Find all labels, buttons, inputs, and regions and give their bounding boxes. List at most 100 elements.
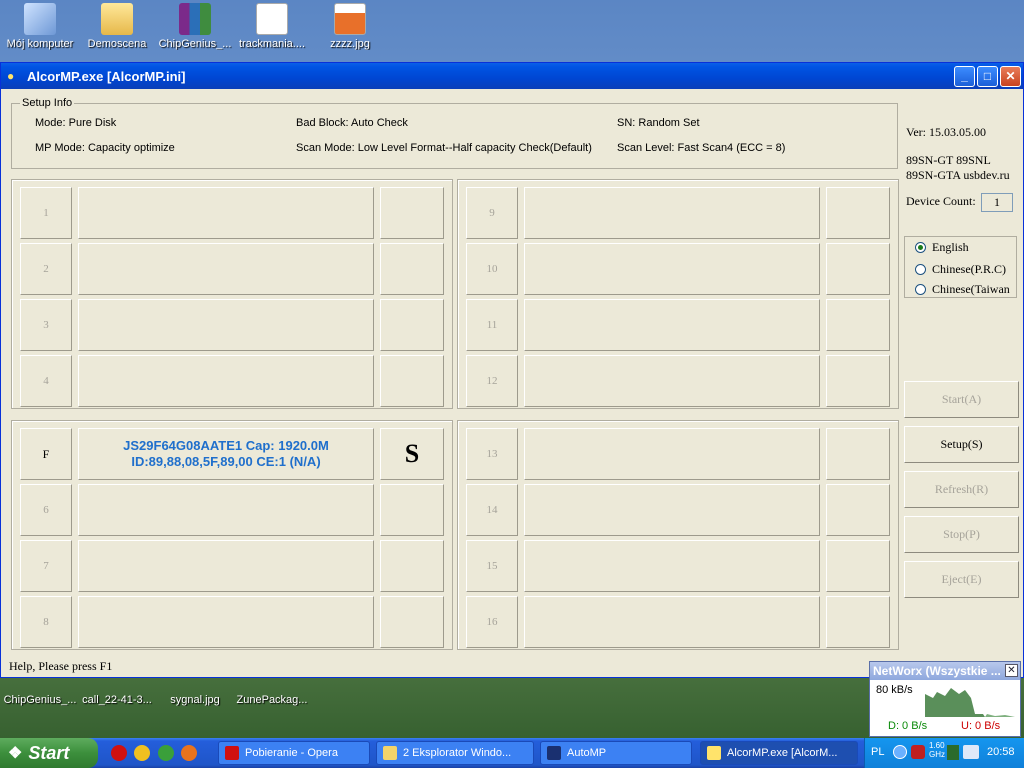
slot-info <box>78 187 374 239</box>
task-opera[interactable]: Pobieranie - Opera <box>218 741 370 765</box>
slot-info <box>78 243 374 295</box>
desktop-icon-chipgenius[interactable]: ChipGenius_... <box>155 3 235 50</box>
networx-close-icon[interactable]: ✕ <box>1005 664 1018 677</box>
slot-number[interactable]: 16 <box>466 596 518 648</box>
version-text: Ver: 15.03.05.00 <box>906 125 986 139</box>
slot-number[interactable]: 8 <box>20 596 72 648</box>
slot-row: 4 <box>20 355 450 407</box>
clock: 20:58 <box>987 746 1015 758</box>
desktop-icon-zunepackage[interactable]: ZunePackag... <box>232 694 312 706</box>
desktop-icon-trackmania[interactable]: trackmania.... <box>232 3 312 50</box>
slot-row: 9 <box>466 187 896 239</box>
networx-title: NetWorx (Wszystkie ... <box>870 662 1020 680</box>
maximize-button[interactable]: □ <box>977 66 998 87</box>
slot-number[interactable]: 1 <box>20 187 72 239</box>
setup-button[interactable]: Setup(S) <box>904 426 1019 463</box>
slot-info <box>524 299 820 351</box>
task-label: AlcorMP.exe [AlcorM... <box>727 747 838 759</box>
task-label: Pobieranie - Opera <box>245 747 338 759</box>
desktop-icon-zzzz[interactable]: zzzz.jpg <box>310 3 390 50</box>
slot-number[interactable]: 14 <box>466 484 518 536</box>
slot-info <box>524 596 820 648</box>
slot-row: 10 <box>466 243 896 295</box>
desktop-icon-my-computer[interactable]: Mój komputer <box>0 3 80 50</box>
stop-button[interactable]: Stop(P) <box>904 516 1019 553</box>
language-label: Chinese(Taiwan <box>932 282 1010 296</box>
scan-mode-text: Scan Mode: Low Level Format--Half capaci… <box>296 142 592 154</box>
task-label: AutoMP <box>567 747 607 759</box>
slot-number[interactable]: 2 <box>20 243 72 295</box>
folder-task-icon <box>383 746 397 760</box>
chrome-icon[interactable] <box>158 745 174 761</box>
eject-button[interactable]: Eject(E) <box>904 561 1019 598</box>
slot-row: 7 <box>20 540 450 592</box>
system-tray: PL 1.60 GHz 20:58 <box>864 738 1024 768</box>
slot-number[interactable]: 4 <box>20 355 72 407</box>
task-alcormp[interactable]: AlcorMP.exe [AlcorM... <box>700 741 858 765</box>
bad-block-text: Bad Block: Auto Check <box>296 117 408 129</box>
slot-info <box>524 355 820 407</box>
slot-info <box>78 596 374 648</box>
slot-number[interactable]: 3 <box>20 299 72 351</box>
slot-status <box>380 596 444 648</box>
slot-status <box>826 243 890 295</box>
cpu-speed: 1.60 GHz <box>929 741 945 759</box>
slot-info <box>78 540 374 592</box>
document-icon <box>256 3 288 35</box>
slot-number[interactable]: F <box>20 428 72 480</box>
network-icon[interactable] <box>893 745 907 759</box>
sn-text: SN: Random Set <box>617 117 700 129</box>
slot-status <box>826 355 890 407</box>
language-indicator[interactable]: PL <box>871 746 884 758</box>
language-option-english[interactable]: English <box>915 240 969 255</box>
networx-download: D: 0 B/s <box>888 720 928 732</box>
computer-icon <box>24 3 56 35</box>
slot-number[interactable]: 13 <box>466 428 518 480</box>
slot-row: 1 <box>20 187 450 239</box>
task-automp[interactable]: AutoMP <box>540 741 692 765</box>
slot-row: 2 <box>20 243 450 295</box>
slot-info-line2: ID:89,88,08,5F,89,00 CE:1 (N/A) <box>131 454 321 469</box>
slot-number[interactable]: 15 <box>466 540 518 592</box>
desktop-icon-chipgenius-2[interactable]: ChipGenius_... <box>0 694 80 706</box>
avast-icon[interactable] <box>134 745 150 761</box>
networx-upload: U: 0 B/s <box>961 720 1001 732</box>
setup-info-group: Setup Info Mode: Pure Disk MP Mode: Capa… <box>11 97 898 169</box>
slot-number[interactable]: 6 <box>20 484 72 536</box>
opera-icon[interactable] <box>111 745 127 761</box>
slot-number[interactable]: 11 <box>466 299 518 351</box>
chip-text-1: 89SN-GT 89SNL <box>906 153 991 167</box>
firefox-icon[interactable] <box>181 745 197 761</box>
refresh-button[interactable]: Refresh(R) <box>904 471 1019 508</box>
slot-number[interactable]: 10 <box>466 243 518 295</box>
language-option-chinese-taiwan[interactable]: Chinese(Taiwan <box>915 282 1010 297</box>
slot-number[interactable]: 7 <box>20 540 72 592</box>
minimize-button[interactable]: _ <box>954 66 975 87</box>
meter-icon[interactable] <box>947 745 959 760</box>
desktop-icon-sygnal[interactable]: sygnal.jpg <box>155 694 235 706</box>
start-button[interactable]: Start(A) <box>904 381 1019 418</box>
slot-row: 12 <box>466 355 896 407</box>
close-button[interactable]: ✕ <box>1000 66 1021 87</box>
slot-status <box>380 540 444 592</box>
networx-widget[interactable]: NetWorx (Wszystkie ... ✕ 80 kB/s D: 0 B/… <box>869 661 1021 737</box>
start-button-taskbar[interactable]: ❖ Start <box>0 738 98 768</box>
desktop-icon-demoscena[interactable]: Demoscena <box>77 3 157 50</box>
window-titlebar[interactable]: ● AlcorMP.exe [AlcorMP.ini] <box>1 63 1023 89</box>
slot-info <box>78 484 374 536</box>
slot-info-line1: JS29F64G08AATE1 Cap: 1920.0M <box>123 438 329 453</box>
task-explorer[interactable]: 2 Eksplorator Windo... <box>376 741 534 765</box>
slot-number[interactable]: 12 <box>466 355 518 407</box>
slot-info <box>524 484 820 536</box>
start-label: Start <box>28 742 70 763</box>
slot-number[interactable]: 9 <box>466 187 518 239</box>
slot-status <box>380 243 444 295</box>
image-icon <box>334 3 366 35</box>
desktop-icon-call[interactable]: call_22-41-3... <box>77 694 157 706</box>
taskbar: ❖ Start Pobieranie - Opera 2 Eksplorator… <box>0 738 1024 768</box>
slot-status <box>826 187 890 239</box>
language-option-chinese-prc[interactable]: Chinese(P.R.C) <box>915 262 1006 277</box>
slot-status <box>380 355 444 407</box>
shield-icon[interactable] <box>911 745 925 759</box>
display-icon[interactable] <box>963 745 979 759</box>
